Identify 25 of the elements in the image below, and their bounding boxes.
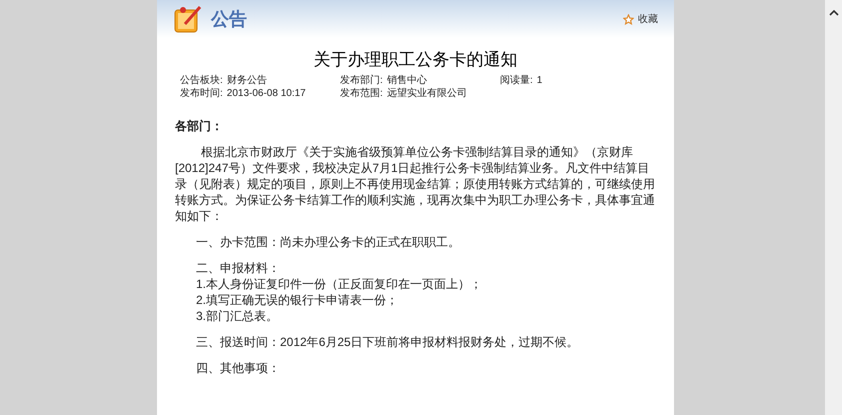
meta-value: 2013-06-08 10:17	[226, 87, 306, 100]
meta-label: 发布范围:	[340, 87, 383, 100]
meta-value: 1	[536, 74, 542, 87]
salutation: 各部门：	[175, 118, 224, 134]
body-paragraph: 三、报送时间：2012年6月25日下班前将申报材料报财务处，过期不候。	[196, 334, 580, 350]
scroll-up-icon[interactable]	[828, 8, 838, 18]
meta-value: 销售中心	[386, 74, 427, 87]
favorite-button[interactable]: 收藏	[623, 12, 658, 26]
header-title: 公告	[211, 8, 247, 30]
meta-label: 发布时间:	[180, 87, 223, 100]
body-paragraph: 一、办卡范围：尚未办理公务卡的正式在职职工。	[196, 234, 461, 250]
meta-label: 阅读量:	[500, 74, 533, 87]
meta-value: 财务公告	[226, 74, 267, 87]
body-paragraph: 1.本人身份证复印件一份（正反面复印在一页面上）；	[196, 276, 484, 292]
notepad-pencil-icon	[173, 4, 203, 34]
notice-title: 关于办理职工公务卡的通知	[312, 49, 518, 71]
body-paragraph: 根据北京市财政厅《关于实施省级预算单位公务卡强制结算目录的通知》（京财库[2012]247号）文件要求，我校决定从7月1日起推行公务卡强制结算业务。凡文件中结算目录（见附表）规定的项目，原则上不再使用现金结算；原使用转账方式结算的，可继续使用转账方式。为保证公务卡结算工作的顺利实施，现再次集中为职工办理公务卡，具体事宜通知如下：	[175, 144, 656, 224]
body-paragraph: 2.填写正确无误的银行卡申请表一份；	[196, 292, 400, 308]
body-paragraph: 四、其他事项：	[196, 360, 281, 376]
meta-label: 发布部门:	[340, 74, 383, 87]
body-paragraph: 3.部门汇总表。	[196, 308, 280, 324]
meta-value: 远望实业有限公司	[386, 87, 467, 100]
star-icon	[623, 14, 634, 24]
body-paragraph: 二、申报材料：	[196, 260, 281, 276]
meta-label: 公告板块:	[180, 74, 223, 87]
